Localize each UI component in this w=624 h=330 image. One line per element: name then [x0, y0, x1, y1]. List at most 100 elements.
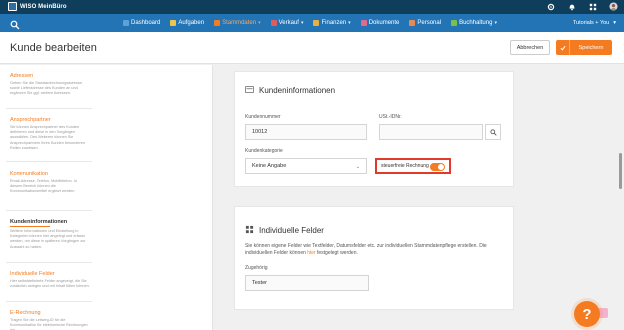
- individuelle-felder-card: Individuelle Felder Sie können eigene Fe…: [234, 206, 514, 310]
- nav-item-icon: [313, 20, 320, 26]
- zugehoerig-label: Zugehörig: [245, 265, 268, 271]
- chevron-down-icon: ▾: [348, 20, 351, 26]
- page-title: Kunde bearbeiten: [10, 42, 97, 54]
- sidebar-item-description: Tragen Sie die Leitweg-ID für die Kommun…: [10, 318, 88, 330]
- sidebar-item-heading: Adressen: [10, 73, 34, 79]
- description-text: Sie können eigene Felder wie Textfelder,…: [245, 243, 487, 256]
- nav-item-icon: [360, 20, 367, 26]
- nav-item-dokumente[interactable]: Dokumente: [360, 14, 400, 32]
- kundennummer-field[interactable]: 10012: [245, 124, 367, 140]
- gear-icon[interactable]: [546, 2, 555, 11]
- sidebar-item-individuelle-felder[interactable]: Individuelle Felder Hier selbstdefiniert…: [0, 271, 92, 289]
- card-title-text: Kundeninformationen: [259, 86, 336, 95]
- kundenkategorie-label: Kundenkategorie: [245, 148, 283, 154]
- nav-item-icon: [170, 20, 177, 26]
- app-logo: [8, 2, 17, 11]
- divider: [6, 262, 92, 263]
- page-header: Kunde bearbeiten Abbrechen Speichern: [0, 32, 624, 64]
- card-title: Kundeninformationen: [245, 86, 335, 95]
- nav-item-dashboard[interactable]: Dashboard: [123, 14, 160, 32]
- nav-item-personal[interactable]: Personal: [409, 14, 441, 32]
- sidebar-item-description: Weitere Informationen und Einstellung in…: [10, 229, 86, 249]
- user-menu-label: Tutorials + You: [572, 20, 610, 26]
- chevron-down-icon: ⌄: [355, 164, 360, 170]
- toggle-knob: [438, 164, 444, 170]
- cancel-button[interactable]: Abbrechen: [510, 40, 550, 55]
- steuerfreie-rechnung-toggle[interactable]: [430, 163, 445, 171]
- nav-item-icon: [451, 20, 458, 26]
- save-button[interactable]: Speichern: [556, 40, 612, 55]
- nav-item-label: Finanzen: [321, 20, 347, 26]
- sidebar-item-kundeninformationen[interactable]: Kundeninformationen Weitere Informatione…: [0, 219, 92, 250]
- chevron-down-icon: ▾: [613, 20, 616, 26]
- main-content: Kundeninformationen Kundennummer 10012 U…: [214, 65, 624, 330]
- sidebar-item-heading: E-Rechnung: [10, 310, 41, 316]
- nav-item-label: Personal: [417, 20, 442, 26]
- search-icon: [489, 123, 497, 141]
- sidebar-item-e-rechnung[interactable]: E-Rechnung Tragen Sie die Leitweg-ID für…: [0, 310, 92, 330]
- nav-item-finanzen[interactable]: Finanzen ▾: [313, 14, 351, 32]
- checkmark-icon: [556, 40, 570, 55]
- sidebar-item-adressen[interactable]: Adressen Geben Sie die Standardrechnungs…: [0, 73, 92, 97]
- sidebar-item-heading: Kundeninformationen: [10, 219, 92, 227]
- sidebar-item-heading: Individuelle Felder: [10, 271, 55, 277]
- nav-item-buchhaltung[interactable]: Buchhaltung ▾: [451, 14, 497, 32]
- nav-item-label: Dokumente: [368, 20, 400, 26]
- hier-link[interactable]: hier: [307, 250, 315, 256]
- sidebar-item-ansprechpartner[interactable]: Ansprechpartner Sie können Ansprechpartn…: [0, 117, 92, 151]
- sidebar-item-heading: Ansprechpartner: [10, 117, 51, 123]
- sidebar-item-description: Geben Sie die Standardrechnungsadresse, …: [10, 81, 83, 96]
- nav-item-label: Verkauf: [278, 20, 299, 26]
- nav-item-label: Buchhaltung: [459, 20, 493, 26]
- scrollbar[interactable]: [617, 65, 624, 330]
- top-bar: WISO MeinBüro: [0, 0, 624, 14]
- card-title-text: Individuelle Felder: [259, 226, 324, 235]
- divider: [6, 161, 92, 162]
- nav-item-stammdaten[interactable]: Stammdaten ▾: [214, 14, 261, 32]
- help-button[interactable]: ?: [574, 301, 600, 327]
- user-menu[interactable]: Tutorials + You ▾: [573, 14, 616, 32]
- ust-search-button[interactable]: [485, 124, 501, 140]
- nav-item-label: Dashboard: [131, 20, 161, 26]
- chevron-down-icon: ▾: [494, 20, 497, 26]
- description-text: festgelegt werden.: [315, 250, 358, 256]
- ust-idnr-field[interactable]: [379, 124, 483, 140]
- nav-item-label: Aufgaben: [178, 20, 205, 26]
- main-navigation: Dashboard Aufgaben Stammdaten ▾ Verkauf ▾ Fina…: [0, 14, 624, 32]
- scrollbar-thumb[interactable]: [619, 153, 622, 189]
- nav-item-aufgaben[interactable]: Aufgaben: [170, 14, 204, 32]
- bell-icon[interactable]: [567, 2, 576, 11]
- nav-item-label: Stammdaten: [222, 20, 257, 26]
- nav-item-icon: [123, 20, 129, 26]
- chevron-down-icon: ▾: [300, 20, 304, 26]
- kundenkategorie-value: Keine Angabe: [252, 163, 287, 169]
- steuerfreie-rechnung-toggle-row: steuerfreie Rechnung: [375, 158, 451, 174]
- divider: [6, 108, 92, 109]
- nav-item-icon: [270, 20, 277, 26]
- chevron-down-icon: ▾: [258, 20, 261, 26]
- ust-idnr-label: USt.-IDNr.: [379, 114, 402, 120]
- divider: [6, 301, 92, 302]
- section-sidebar: Adressen Geben Sie die Standardrechnungs…: [0, 65, 213, 330]
- question-mark-icon: ?: [582, 305, 592, 323]
- zugehoerig-field[interactable]: Tester: [245, 275, 369, 291]
- sidebar-item-heading: Kommunikation: [10, 171, 48, 177]
- sidebar-item-kommunikation[interactable]: Kommunikation Email-Adresse, Telefon, Mo…: [0, 171, 92, 195]
- steuerfreie-rechnung-label: steuerfreie Rechnung: [381, 163, 429, 169]
- save-button-label: Speichern: [578, 44, 604, 51]
- sidebar-item-description: Sie können Ansprechpartner des Kunden de…: [10, 125, 85, 150]
- sidebar-item-description: Email-Adresse, Telefon, Mobiltelefon. In…: [10, 179, 77, 194]
- id-card-icon: [245, 86, 254, 95]
- divider: [6, 210, 92, 211]
- app-brand[interactable]: WISO MeinBüro: [8, 2, 67, 11]
- grid-icon: [245, 225, 254, 236]
- nav-item-icon: [214, 20, 221, 26]
- card-title: Individuelle Felder: [245, 225, 324, 236]
- avatar[interactable]: [609, 2, 618, 11]
- kundenkategorie-select[interactable]: Keine Angabe ⌄: [245, 158, 367, 174]
- grid-icon[interactable]: [588, 2, 597, 11]
- kundennummer-label: Kundennummer: [245, 114, 281, 120]
- sidebar-item-description: Hier selbstdefinierte Felder angezeigt, …: [10, 279, 90, 289]
- kundeninformationen-card: Kundeninformationen Kundennummer 10012 U…: [234, 71, 514, 187]
- nav-item-verkauf[interactable]: Verkauf ▾: [270, 14, 304, 32]
